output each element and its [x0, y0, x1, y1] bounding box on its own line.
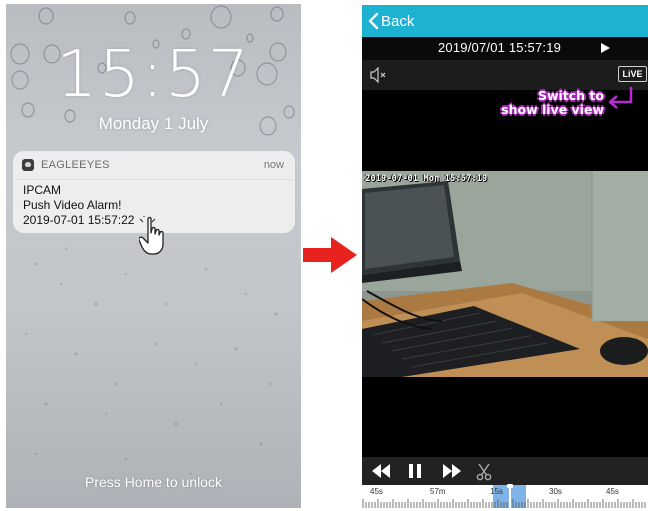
camera-video-feed[interactable]: 2019-07-01 Mon 15:57:19	[362, 171, 648, 377]
timeline-label: 45s	[606, 487, 619, 496]
video-timestamp-osd: 2019-07-01 Mon 15:57:19	[365, 174, 488, 184]
eagleeyes-app-icon	[22, 159, 34, 171]
playback-controls	[362, 457, 648, 485]
chevron-left-icon	[368, 12, 379, 30]
fast-forward-icon[interactable]	[442, 463, 462, 479]
back-button[interactable]: Back	[368, 11, 414, 31]
timeline-label: 57m	[430, 487, 446, 496]
live-view-callout: Switch to show live view	[472, 89, 604, 117]
lock-clock: 15:57	[56, 38, 251, 112]
timeline-playhead[interactable]	[507, 484, 513, 508]
pause-icon[interactable]	[408, 463, 422, 479]
notification-time: now	[263, 159, 284, 171]
callout-arrow-icon	[608, 87, 633, 109]
back-label: Back	[381, 12, 415, 30]
page-dots	[6, 502, 301, 508]
tap-hand-icon	[139, 216, 164, 255]
timeline-label: 30s	[549, 487, 562, 496]
notification-title: IPCAM	[23, 183, 62, 197]
nav-bar: Back	[362, 5, 648, 37]
live-view-button[interactable]: LiVE	[618, 66, 647, 82]
playback-screen: Back 2019/07/01 15:57:19 LiVE Switch to …	[362, 5, 648, 508]
timeline-scrubber[interactable]: 45s 57m 15s 30s 45s	[362, 484, 648, 508]
timeline-label: 45s	[370, 487, 383, 496]
unlock-hint: Press Home to unlock	[85, 474, 222, 490]
lock-screen: 15:57 Monday 1 July EAGLEEYES now IPCAM …	[6, 4, 301, 508]
lock-date: Monday 1 July	[98, 114, 209, 133]
notification-app-name: EAGLEEYES	[41, 159, 110, 171]
notification-timestamp: 2019-07-01 15:57:22	[23, 213, 135, 227]
notification-message: Push Video Alarm!	[23, 198, 122, 212]
speaker-mute-icon[interactable]	[370, 67, 388, 83]
camera-scene	[362, 171, 648, 377]
red-arrow-icon	[303, 237, 357, 273]
callout-line-2: show live view	[501, 102, 604, 117]
timeline-label: 15s	[490, 487, 503, 496]
playback-date-bar: 2019/07/01 15:57:19	[362, 37, 648, 60]
notification-header: EAGLEEYES now	[13, 151, 295, 180]
rewind-icon[interactable]	[371, 463, 391, 479]
timeline-ticks	[362, 499, 646, 508]
playback-datetime[interactable]: 2019/07/01 15:57:19	[438, 40, 561, 55]
callout-line-1: Switch to	[537, 88, 604, 103]
scissors-icon[interactable]	[476, 463, 492, 481]
play-icon[interactable]	[601, 43, 610, 53]
